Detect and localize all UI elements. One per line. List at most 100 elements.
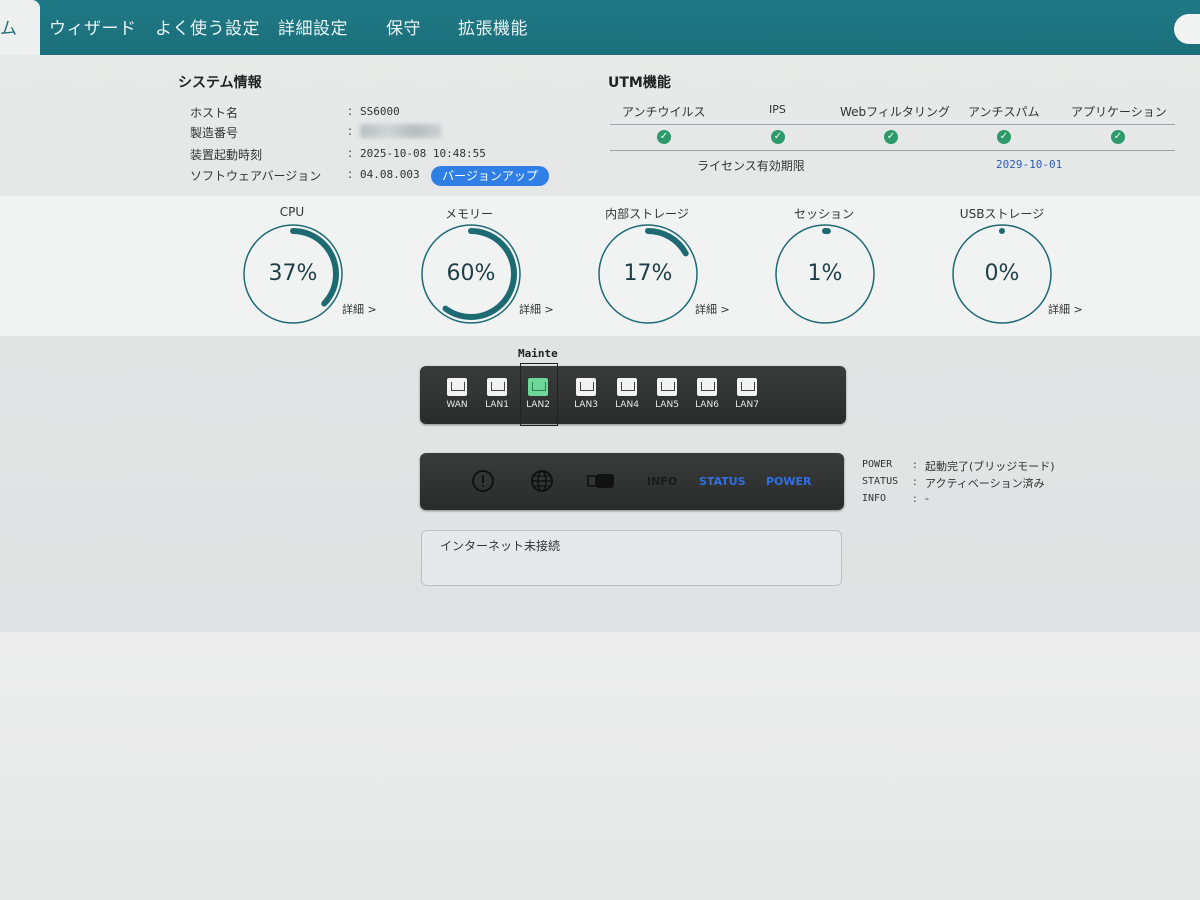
info-row-boot-time: 装置起動時刻 : 2025-10-08 10:48:55 — [190, 146, 510, 162]
status-colon: : — [913, 475, 917, 488]
info-label: 製造番号 — [190, 126, 239, 140]
utm-col-webfilter: Webフィルタリング — [840, 105, 950, 119]
license-expiry-value: 2029-10-01 — [996, 158, 1063, 171]
detail-link-storage[interactable]: 詳細 > — [695, 301, 730, 317]
check-icon: ✓ — [771, 130, 785, 144]
port-label: LAN1 — [485, 400, 509, 410]
gauge-memory: 60% — [420, 223, 522, 325]
info-colon: : — [348, 124, 353, 138]
led-status-label: STATUS — [699, 475, 746, 488]
utm-col-antivirus: アンチウイルス — [622, 105, 706, 119]
info-label: ソフトウェアバージョン — [190, 169, 322, 183]
tab-maintenance[interactable]: 保守 — [386, 0, 421, 55]
info-row-software-version: ソフトウェアバージョン : 04.08.003 — [190, 167, 430, 183]
tab-maintenance-label: 保守 — [386, 19, 421, 39]
info-colon: : — [348, 104, 353, 118]
globe-icon — [530, 469, 554, 498]
led-power-label: POWER — [766, 475, 812, 488]
check-icon: ✓ — [657, 130, 671, 144]
alert-icon — [471, 469, 495, 498]
serial-blurred-value — [360, 124, 442, 138]
detail-link-memory[interactable]: 詳細 > — [519, 301, 554, 317]
gauge-title-cpu: CPU — [279, 205, 305, 219]
gauge-session: 1% — [774, 223, 876, 325]
lower-empty-area — [0, 632, 1200, 900]
version-upgrade-button[interactable]: バージョンアップ — [431, 166, 549, 186]
status-colon: : — [913, 492, 917, 505]
ethernet-port-icon — [737, 378, 757, 396]
check-icon: ✓ — [997, 130, 1011, 144]
port-panel: WAN LAN1 LAN2 LAN3 LAN4 LAN5 LAN6 LAN7 — [420, 366, 846, 424]
port-wan[interactable]: WAN — [444, 378, 470, 410]
port-lan6[interactable]: LAN6 — [694, 378, 720, 410]
status-value: 起動完了(ブリッジモード) — [925, 460, 1055, 473]
detail-link-usb[interactable]: 詳細 > — [1048, 301, 1083, 317]
tab-advanced-settings-label: 詳細設定 — [278, 19, 348, 39]
status-value: アクティベーション済み — [925, 477, 1045, 490]
utm-title: UTM機能 — [608, 75, 671, 91]
gauge-title-session: セッション — [793, 207, 854, 221]
usb-icon — [587, 471, 617, 495]
port-lan4[interactable]: LAN4 — [614, 378, 640, 410]
info-label: ホスト名 — [190, 106, 239, 120]
gauge-title-usb: USBストレージ — [959, 207, 1045, 221]
check-icon: ✓ — [884, 130, 898, 144]
gauge-storage: 17% — [597, 223, 699, 325]
port-label: LAN7 — [735, 400, 759, 410]
menu-toggle[interactable] — [1174, 14, 1200, 44]
utm-divider — [610, 150, 1175, 151]
status-value: - — [925, 492, 929, 505]
info-value: SS6000 — [360, 105, 400, 118]
tab-common-settings-label: よく使う設定 — [155, 19, 260, 39]
license-expiry-label: ライセンス有効期限 — [697, 159, 805, 173]
port-label: LAN4 — [615, 400, 639, 410]
port-lan5[interactable]: LAN5 — [654, 378, 680, 410]
port-label: WAN — [446, 400, 468, 410]
port-lan7[interactable]: LAN7 — [734, 378, 760, 410]
info-colon: : — [348, 167, 353, 181]
ethernet-port-icon — [697, 378, 717, 396]
gauge-value-cpu: 37% — [268, 261, 318, 286]
info-label: 装置起動時刻 — [190, 148, 263, 162]
gauge-value-storage: 17% — [623, 261, 673, 286]
tab-extensions[interactable]: 拡張機能 — [458, 0, 528, 55]
status-key: POWER — [862, 459, 893, 470]
gauge-value-memory: 60% — [446, 261, 496, 286]
status-key: INFO — [862, 493, 887, 504]
tab-system[interactable]: ム — [0, 0, 40, 55]
port-lan3[interactable]: LAN3 — [573, 378, 599, 410]
info-value: 04.08.003 — [360, 168, 420, 181]
ethernet-port-icon — [487, 378, 507, 396]
led-info-label: INFO — [647, 475, 678, 488]
detail-link-cpu[interactable]: 詳細 > — [342, 301, 377, 317]
gauge-cpu: 37% — [242, 223, 344, 325]
gauge-usb: 0% — [951, 223, 1053, 325]
led-panel: INFO STATUS POWER — [420, 453, 844, 510]
gauge-title-storage: 内部ストレージ — [605, 207, 689, 221]
connection-message-box: インターネット未接続 — [421, 530, 842, 586]
gauge-value-usb: 0% — [984, 261, 1020, 286]
status-colon: : — [913, 458, 917, 471]
ethernet-port-icon — [617, 378, 637, 396]
gauge-value-session: 1% — [807, 261, 843, 286]
info-colon: : — [348, 146, 353, 160]
tab-advanced-settings[interactable]: 詳細設定 — [278, 0, 348, 55]
tab-wizard[interactable]: ウィザード — [49, 0, 137, 55]
port-label: LAN6 — [695, 400, 719, 410]
port-label: LAN5 — [655, 400, 679, 410]
ethernet-port-icon — [657, 378, 677, 396]
top-nav-bar: ム ウィザード よく使う設定 詳細設定 保守 拡張機能 — [0, 0, 1200, 55]
utm-col-application: アプリケーション — [1071, 105, 1167, 119]
check-icon: ✓ — [1111, 130, 1125, 144]
connection-message: インターネット未接続 — [440, 539, 561, 553]
mainte-label: Mainte — [518, 347, 558, 360]
tab-extensions-label: 拡張機能 — [458, 19, 528, 39]
port-lan1[interactable]: LAN1 — [484, 378, 510, 410]
tab-common-settings[interactable]: よく使う設定 — [155, 0, 260, 55]
tab-wizard-label: ウィザード — [49, 19, 137, 39]
ethernet-port-icon — [576, 378, 596, 396]
port-label: LAN3 — [574, 400, 598, 410]
mainte-port-highlight — [520, 363, 558, 426]
tab-system-label: ム — [0, 19, 18, 39]
info-row-hostname: ホスト名 : SS6000 — [190, 104, 490, 120]
